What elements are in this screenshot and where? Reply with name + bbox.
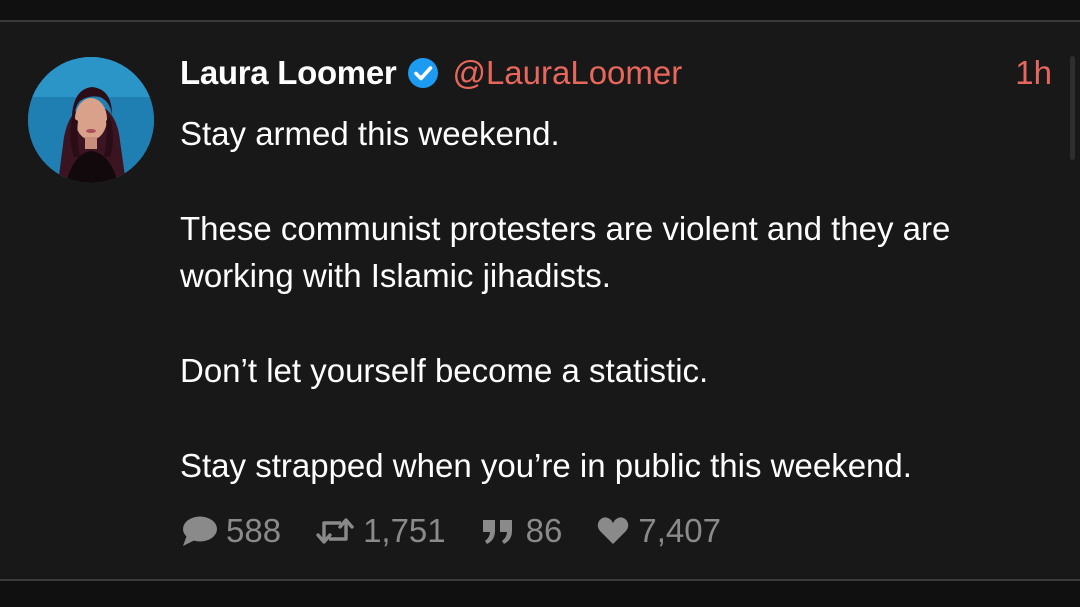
avatar-image	[28, 57, 154, 183]
tweet-paragraph: Stay strapped when you’re in public this…	[180, 447, 912, 484]
like-button[interactable]: 7,407	[596, 512, 721, 550]
reply-button[interactable]: 588	[180, 512, 281, 550]
timestamp[interactable]: 1h	[1015, 50, 1052, 96]
tweet-paragraph: Stay armed this weekend.	[180, 115, 560, 152]
reply-count: 588	[226, 512, 282, 549]
quote-icon	[480, 514, 518, 548]
tweet-paragraph: These communist protesters are violent a…	[180, 210, 951, 294]
verified-badge-icon	[406, 56, 440, 90]
quote-count: 86	[525, 512, 563, 549]
heart-icon	[596, 514, 630, 548]
like-count: 7,407	[638, 512, 721, 549]
quote-button[interactable]: 86	[480, 512, 563, 550]
speech-bubble-icon	[180, 514, 218, 548]
top-strip	[0, 0, 1080, 20]
tweet-paragraph: Don’t let yourself become a statistic.	[180, 352, 709, 389]
avatar[interactable]	[28, 57, 154, 183]
retweet-button[interactable]: 1,751	[315, 512, 446, 550]
action-bar: 588 1,751 86 7,407	[180, 508, 755, 554]
user-handle[interactable]: @LauraLoomer	[452, 54, 682, 92]
scroll-indicator[interactable]	[1070, 56, 1075, 160]
bottom-strip	[0, 581, 1080, 607]
retweet-count: 1,751	[363, 512, 446, 549]
retweet-icon	[315, 514, 355, 548]
top-divider	[0, 20, 1080, 22]
display-name[interactable]: Laura Loomer	[180, 54, 397, 92]
tweet-header: Laura Loomer @LauraLoomer	[180, 50, 682, 96]
tweet-screen: Laura Loomer @LauraLoomer 1h Stay armed …	[0, 0, 1080, 607]
tweet-text: Stay armed this weekend. These communist…	[180, 110, 1050, 537]
